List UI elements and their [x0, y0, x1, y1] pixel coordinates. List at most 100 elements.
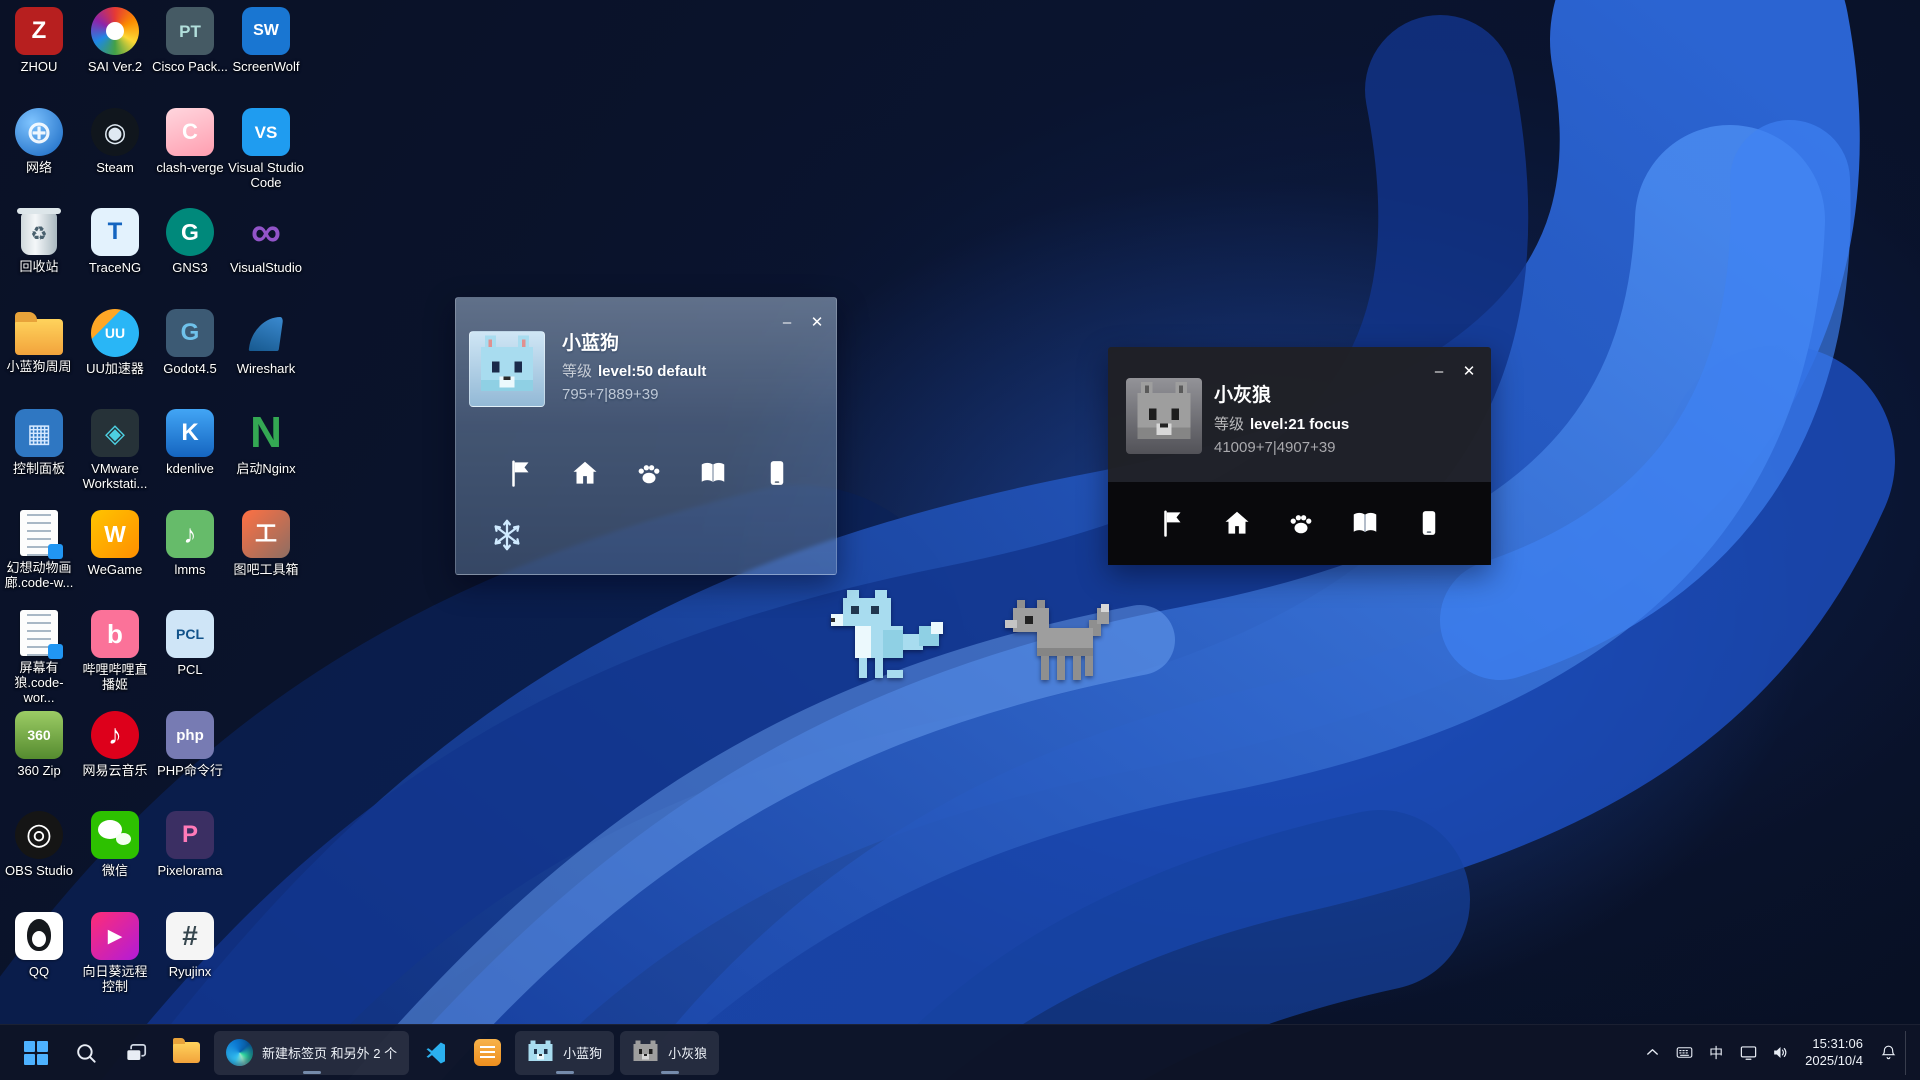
minimize-button[interactable]: – [1426, 359, 1452, 383]
desktop-icon-screen-wolf-code[interactable]: 屏幕有狼.code-wor... [1, 610, 77, 705]
clock[interactable]: 15:31:06 2025/10/4 [1797, 1031, 1871, 1075]
phone-icon[interactable] [1412, 506, 1446, 540]
paw-icon[interactable] [1284, 506, 1318, 540]
desktop-icon-blue-dog-folder[interactable]: 小蓝狗周周 [1, 309, 77, 374]
edge-taskbar-item[interactable]: 新建标签页 和另外 2 个 [214, 1031, 409, 1075]
desktop-icon-sunflower-remote[interactable]: ▶向日葵远程控制 [77, 912, 153, 994]
desktop-icon-ryujinx[interactable]: #Ryujinx [152, 912, 228, 979]
close-button[interactable]: ✕ [804, 310, 830, 334]
taskbar: 新建标签页 和另外 2 个 小蓝狗 [0, 1024, 1920, 1080]
minimize-button[interactable]: – [774, 310, 800, 334]
ime-indicator[interactable]: 中 [1701, 1033, 1731, 1073]
sai-icon [91, 7, 139, 55]
uu-booster-icon: UU [91, 309, 139, 357]
desktop-icon-lmms[interactable]: ♪lmms [152, 510, 228, 577]
desktop-icon-pixelorama[interactable]: P Pixelorama [152, 811, 228, 878]
desktop-icon-fantasy-animal-gallery-code[interactable]: 幻想动物画廊.code-w... [1, 510, 77, 590]
desktop-icon-vmware-workstation[interactable]: ◈VMware Workstati... [77, 409, 153, 491]
blue-dog-avatar-art [470, 332, 544, 406]
blue-dog-taskbar-item[interactable]: 小蓝狗 [515, 1031, 614, 1075]
gns3-icon: G [166, 208, 214, 256]
desktop-icon-label: 哔哩哔哩直播姬 [77, 662, 153, 692]
desktop-icon-bilibili-live[interactable]: b哔哩哔哩直播姬 [77, 610, 153, 692]
desktop-icon-cisco-packet-tracer[interactable]: PT Cisco Pack... [152, 7, 228, 74]
task-view-button[interactable] [114, 1031, 158, 1075]
display-icon[interactable] [1733, 1033, 1763, 1073]
desktop-icon-qq[interactable]: QQ [1, 912, 77, 979]
touch-keyboard-icon[interactable] [1669, 1033, 1699, 1073]
close-button[interactable]: ✕ [1456, 359, 1482, 383]
pet-blue-dog-sprite[interactable] [815, 586, 959, 698]
flag-icon[interactable] [1156, 506, 1190, 540]
desktop-icon-360zip[interactable]: 360360 Zip [1, 711, 77, 778]
desktop-icon-label: UU加速器 [77, 361, 153, 376]
obs-studio-icon: ◎ [15, 811, 63, 859]
home-icon[interactable] [568, 456, 602, 490]
flag-icon[interactable] [504, 456, 538, 490]
desktop-icon-godot[interactable]: GGodot4.5 [152, 309, 228, 376]
desktop-icon-label: ZHOU [1, 59, 77, 74]
volume-icon[interactable] [1765, 1033, 1795, 1073]
desktop-icon-label: Steam [77, 160, 153, 175]
desktop-icon-obs-studio[interactable]: ◎OBS Studio [1, 811, 77, 878]
desktop-icon-wechat[interactable]: 微信 [77, 811, 153, 878]
desktop-icon-label: Godot4.5 [152, 361, 228, 376]
file-explorer-button[interactable] [164, 1031, 208, 1075]
desktop-icon-label: 启动Nginx [228, 461, 304, 476]
desktop-icon-wireshark[interactable]: Wireshark [228, 309, 304, 376]
netease-cloud-music-icon: ♪ [91, 711, 139, 759]
tray-date: 2025/10/4 [1805, 1053, 1863, 1070]
desktop-icon-screenwolf[interactable]: SWScreenWolf [228, 7, 304, 74]
notification-bell-icon[interactable] [1873, 1033, 1903, 1073]
hidden-icons-chevron-up-icon[interactable] [1637, 1033, 1667, 1073]
desktop-icon-clash-verge[interactable]: Cclash-verge [152, 108, 228, 175]
vscode-taskbar-button[interactable] [415, 1031, 459, 1075]
desktop-icon-zhou[interactable]: ZZHOU [1, 7, 77, 74]
level-value: level:50 default [598, 363, 706, 380]
pet-toolbar [1156, 506, 1446, 540]
vscode-icon [424, 1040, 450, 1066]
snowflake-icon[interactable] [490, 518, 524, 552]
desktop-icon-uu-booster[interactable]: UU UU加速器 [77, 309, 153, 376]
desktop-icon-netease-cloud-music[interactable]: ♪网易云音乐 [77, 711, 153, 778]
desktop-icon-control-panel[interactable]: ▦控制面板 [1, 409, 77, 476]
blue-dog-item-label: 小蓝狗 [563, 1043, 602, 1062]
phone-icon[interactable] [760, 456, 794, 490]
desktop-icon-label: Pixelorama [152, 863, 228, 878]
desktop-icon-network[interactable]: ⊕网络 [1, 108, 77, 175]
grey-wolf-taskbar-item[interactable]: 小灰狼 [620, 1031, 719, 1075]
search-button[interactable] [64, 1031, 108, 1075]
home-icon[interactable] [1220, 506, 1254, 540]
pet-window-blue-dog[interactable]: 小蓝狗 等级level:50 default 795+7|889+39 – ✕ [455, 297, 837, 575]
start-button[interactable] [14, 1031, 58, 1075]
screenwolf-icon: SW [242, 7, 290, 55]
pet-window-grey-wolf[interactable]: 小灰狼 等级level:21 focus 41009+7|4907+39 – ✕ [1108, 347, 1491, 565]
orange-notes-app-button[interactable] [465, 1031, 509, 1075]
desktop-icon-php-cli[interactable]: phpPHP命令行 [152, 711, 228, 778]
paw-icon[interactable] [632, 456, 666, 490]
desktop-icon-steam[interactable]: ◉Steam [77, 108, 153, 175]
cisco-packet-tracer-icon: PT [166, 7, 214, 55]
grey-wolf-avatar[interactable] [1126, 378, 1202, 454]
desktop-icon-visual-studio[interactable]: ∞VisualStudio [228, 208, 304, 275]
pet-level-line: 等级level:50 default [562, 360, 706, 381]
taskbar-left: 新建标签页 和另外 2 个 小蓝狗 [0, 1031, 719, 1075]
desktop-icon-pcl[interactable]: PCLPCL [152, 610, 228, 677]
desktop-icon-wegame[interactable]: WWeGame [77, 510, 153, 577]
show-desktop-button[interactable] [1905, 1031, 1910, 1075]
desktop-icon-label: Cisco Pack... [152, 59, 228, 74]
desktop-icon-gns3[interactable]: GGNS3 [152, 208, 228, 275]
desktop-icon-start-nginx[interactable]: N启动Nginx [228, 409, 304, 476]
book-icon[interactable] [696, 456, 730, 490]
pet-grey-wolf-sprite[interactable] [1005, 600, 1125, 696]
pixelorama-icon: P [166, 811, 214, 859]
desktop-icon-traceng[interactable]: TTraceNG [77, 208, 153, 275]
desktop-icon-visual-studio-code[interactable]: VSVisual Studio Code [228, 108, 304, 190]
visual-studio-icon: ∞ [242, 208, 290, 256]
blue-dog-avatar[interactable] [469, 331, 545, 407]
desktop-icon-tuba-toolbox[interactable]: 工图吧工具箱 [228, 510, 304, 577]
desktop-icon-kdenlive[interactable]: Kkdenlive [152, 409, 228, 476]
desktop-icon-sai[interactable]: SAI Ver.2 [77, 7, 153, 74]
desktop-icon-recycle-bin[interactable]: ♻回收站 [1, 208, 77, 274]
book-icon[interactable] [1348, 506, 1382, 540]
